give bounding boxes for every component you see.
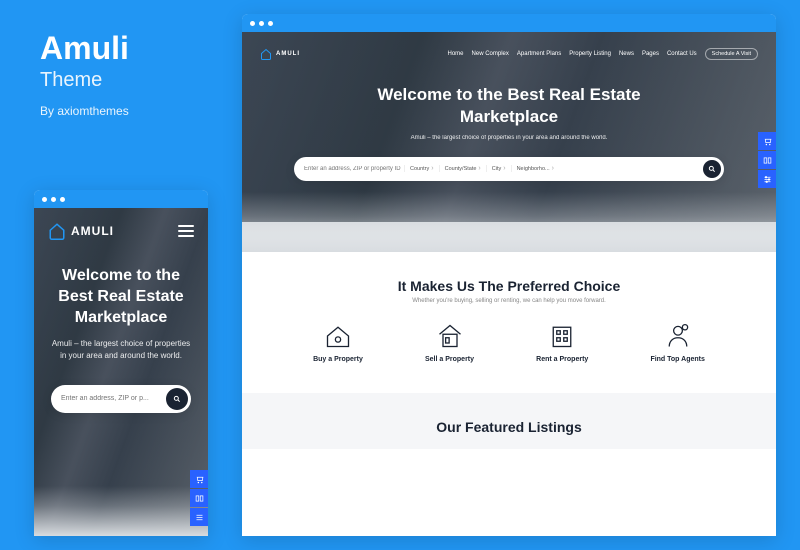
state-select[interactable]: County/State (439, 165, 486, 172)
side-tab-cart[interactable] (190, 470, 208, 488)
compare-icon (195, 494, 204, 503)
feature-buy[interactable]: Buy a Property (313, 322, 363, 363)
feature-label: Rent a Property (536, 356, 588, 363)
house-logo-icon (260, 48, 272, 60)
search-input-mobile[interactable] (61, 395, 161, 402)
sliders-icon (195, 513, 204, 522)
brand-text: AMULI (276, 51, 300, 57)
section-title: It Makes Us The Preferred Choice (262, 278, 756, 294)
feature-label: Buy a Property (313, 356, 363, 363)
neighborhood-select[interactable]: Neighborho... (511, 165, 559, 172)
preferred-choice-section: It Makes Us The Preferred Choice Whether… (242, 252, 776, 393)
promo-author: By axiomthemes (40, 104, 129, 118)
search-button-mobile[interactable] (166, 388, 188, 410)
country-select[interactable]: Country (404, 165, 439, 172)
feature-rent[interactable]: Rent a Property (536, 322, 588, 363)
nav-item-pages[interactable]: Pages (642, 51, 659, 57)
window-chrome-bar (34, 190, 208, 208)
feature-label: Find Top Agents (650, 356, 704, 363)
hamburger-menu-button[interactable] (178, 225, 194, 237)
side-tab-cart[interactable] (758, 132, 776, 150)
search-button[interactable] (703, 160, 721, 178)
promo-title: Amuli (40, 30, 129, 67)
window-chrome-bar (242, 14, 776, 32)
side-action-tabs-mobile (190, 470, 208, 526)
feature-sell[interactable]: Sell a Property (425, 322, 474, 363)
search-icon (708, 165, 716, 173)
brand-text: AMULI (71, 224, 114, 238)
hero-title-mobile: Welcome to the Best Real Estate Marketpl… (46, 266, 196, 328)
brand-logo-mobile: AMULI (34, 208, 208, 248)
mobile-preview-window: AMULI Welcome to the Best Real Estate Ma… (34, 190, 208, 536)
chrome-dot (60, 197, 65, 202)
agent-icon (664, 322, 692, 350)
feature-label: Sell a Property (425, 356, 474, 363)
cart-icon (195, 475, 204, 484)
hero-subtitle-mobile: Amuli – the largest choice of properties… (51, 338, 191, 360)
house-key-icon (324, 322, 352, 350)
nav-item-property-listing[interactable]: Property Listing (569, 51, 611, 57)
side-tab-compare[interactable] (190, 489, 208, 507)
section-lead: Whether you're buying, selling or rentin… (262, 298, 756, 304)
hero-title: Welcome to the Best Real Estate Marketpl… (329, 84, 689, 128)
promo-title-block: Amuli Theme By axiomthemes (40, 30, 129, 118)
side-tab-settings[interactable] (190, 508, 208, 526)
chrome-dot (250, 21, 255, 26)
side-action-tabs (758, 132, 776, 188)
nav-item-contact[interactable]: Contact Us (667, 51, 697, 57)
search-input[interactable] (304, 166, 404, 172)
property-search-bar-mobile (51, 385, 191, 413)
feature-agents[interactable]: Find Top Agents (650, 322, 704, 363)
hero-section-mobile: AMULI Welcome to the Best Real Estate Ma… (34, 208, 208, 536)
featured-listings-section: Our Featured Listings (242, 393, 776, 449)
nav-item-news[interactable]: News (619, 51, 634, 57)
side-tab-compare[interactable] (758, 151, 776, 169)
section-title: Our Featured Listings (262, 419, 756, 435)
compare-icon (763, 156, 772, 165)
hero-subtitle: Amuli – the largest choice of properties… (411, 134, 608, 142)
desktop-preview-window: AMULI Home New Complex Apartment Plans P… (242, 14, 776, 536)
chrome-dot (51, 197, 56, 202)
hero-section: AMULI Home New Complex Apartment Plans P… (242, 32, 776, 222)
chrome-dot (268, 21, 273, 26)
property-search-bar: Country County/State City Neighborho... (294, 157, 724, 181)
brand-logo[interactable]: AMULI (260, 48, 300, 60)
nav-items: Home New Complex Apartment Plans Propert… (448, 48, 758, 60)
chrome-dot (42, 197, 47, 202)
search-icon (173, 395, 181, 403)
city-select[interactable]: City (486, 165, 511, 172)
nav-item-home[interactable]: Home (448, 51, 464, 57)
chrome-dot (259, 21, 264, 26)
apartment-icon (548, 322, 576, 350)
nav-item-new-complex[interactable]: New Complex (472, 51, 509, 57)
schedule-visit-button[interactable]: Schedule A Visit (705, 48, 758, 60)
house-logo-icon (48, 222, 66, 240)
promo-subtitle: Theme (40, 69, 129, 92)
nav-item-apartment-plans[interactable]: Apartment Plans (517, 51, 561, 57)
navbar: AMULI Home New Complex Apartment Plans P… (242, 42, 776, 70)
features-row: Buy a Property Sell a Property Rent a Pr… (262, 322, 756, 383)
cart-icon (763, 137, 772, 146)
for-sale-icon (436, 322, 464, 350)
sliders-icon (763, 175, 772, 184)
side-tab-settings[interactable] (758, 170, 776, 188)
